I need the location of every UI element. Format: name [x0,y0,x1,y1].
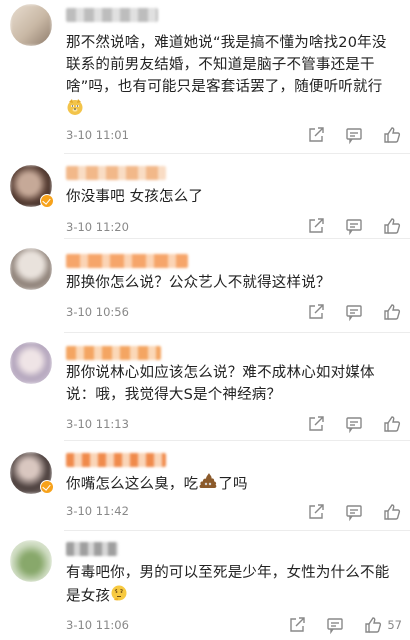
like-icon[interactable] [382,502,402,522]
divider [64,238,410,239]
username-blurred[interactable] [66,8,158,22]
comment-item: 那不然说啥，难道她说“我是搞不懂为啥找20年没联系的前男友结婚，不知道是脑子不管… [0,0,410,152]
username-blurred[interactable] [66,254,188,268]
like-count: 57 [387,618,402,632]
comment-item: 有毒吧你，男的可以至死是少年，女性为什么不能是女孩 3-10 11:06 57 [0,536,410,640]
comment-item: 那你说林心如应该怎么说？难不成林心如对媒体说：哦，我觉得大S是个神经病？ 3-1… [0,338,410,438]
thinking-emoji [110,584,128,609]
share-icon[interactable] [306,302,326,322]
comment-timestamp: 3-10 11:13 [66,417,129,431]
comment-text: 有毒吧你，男的可以至死是少年，女性为什么不能是女孩 [66,562,396,609]
divider [64,332,410,333]
reply-icon[interactable] [344,125,364,145]
username-blurred[interactable] [66,542,118,556]
divider [64,153,410,154]
comment-timestamp: 3-10 10:56 [66,305,129,319]
share-icon[interactable] [306,125,326,145]
like-icon[interactable] [382,414,402,434]
share-icon[interactable] [306,216,326,236]
reply-icon[interactable] [325,615,345,635]
comment-actions [288,125,402,145]
share-icon[interactable] [306,414,326,434]
avatar[interactable] [10,342,52,384]
comment-text: 你没事吧 女孩怎么了 [66,189,204,205]
comment-timestamp: 3-10 11:42 [66,504,129,518]
like-icon[interactable] [382,216,402,236]
reply-icon[interactable] [344,302,364,322]
avatar[interactable] [10,248,52,290]
reply-icon[interactable] [344,414,364,434]
reply-icon[interactable] [344,502,364,522]
avatar[interactable] [10,540,52,582]
like-icon[interactable] [382,125,402,145]
poop-emoji [198,472,218,497]
username-blurred[interactable] [66,453,166,467]
comment-timestamp: 3-10 11:01 [66,128,129,142]
comment-actions [288,216,402,236]
comment-actions: 57 [269,615,402,635]
share-icon[interactable] [306,502,326,522]
comment-actions [288,502,402,522]
comment-text: 那换你怎么说？公众艺人不就得这样说？ [66,275,331,291]
username-blurred[interactable] [66,346,161,360]
comment-actions [288,302,402,322]
divider [64,530,410,531]
doge-emoji [66,98,84,123]
avatar[interactable] [10,4,52,46]
comment-item: 你嘴怎么这么臭，吃 了吗 3-10 11:42 [0,446,410,526]
comment-text: 你嘴怎么这么臭，吃 了吗 [66,472,396,497]
comment-text: 那你说林心如应该怎么说？难不成林心如对媒体说：哦，我觉得大S是个神经病？ [66,365,375,403]
like-icon[interactable] [363,615,383,635]
comment-item: 那换你怎么说？公众艺人不就得这样说？ 3-10 10:56 [0,246,410,326]
verified-badge [40,194,54,208]
comment-item: 你没事吧 女孩怎么了 3-10 11:20 [0,160,410,238]
verified-badge [40,480,54,494]
like-icon[interactable] [382,302,402,322]
comment-text: 那不然说啥，难道她说“我是搞不懂为啥找20年没联系的前男友结婚，不知道是脑子不管… [66,32,396,123]
share-icon[interactable] [287,615,307,635]
comment-timestamp: 3-10 11:06 [66,618,129,632]
username-blurred[interactable] [66,166,166,180]
divider [64,440,410,441]
comment-actions [288,414,402,434]
comment-timestamp: 3-10 11:20 [66,220,129,234]
reply-icon[interactable] [344,216,364,236]
